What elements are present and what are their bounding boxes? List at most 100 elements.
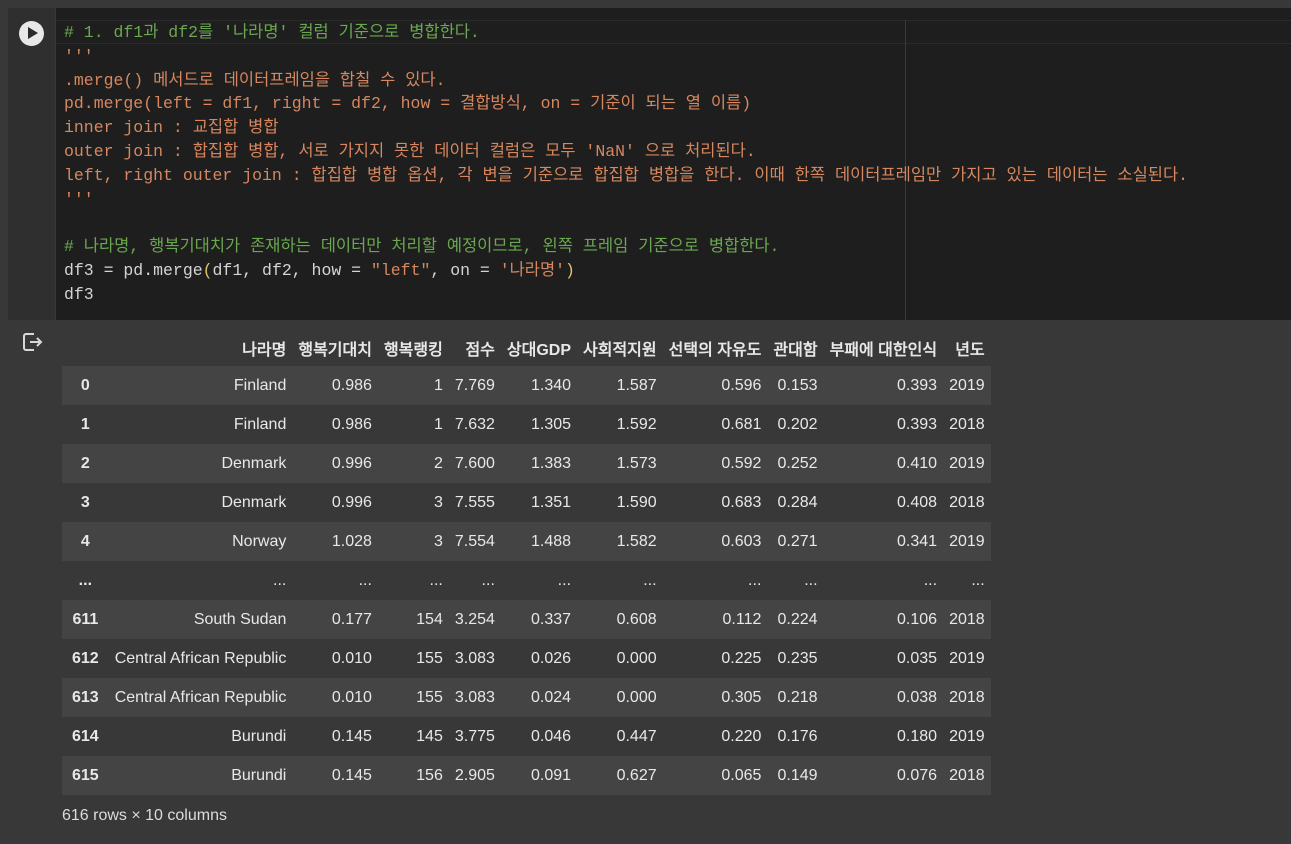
table-cell: 0.145 [331, 766, 372, 784]
table-cell: 2018 [949, 415, 985, 433]
table-cell: 0.683 [721, 493, 762, 511]
table-cell: 0.010 [331, 688, 372, 706]
table-cell: 2018 [949, 610, 985, 628]
table-cell: 0.000 [616, 649, 657, 667]
table-cell: 1.582 [616, 532, 657, 550]
table-cell: 0.341 [897, 532, 938, 550]
code-line: df3 = pd.merge(df1, df2, how = "left", o… [64, 259, 1188, 283]
table-cell: 0.592 [721, 454, 762, 472]
code-token: outer join : 합집합 병합, 서로 가지지 못한 데이터 컬럼은 모… [64, 141, 756, 161]
table-cell: 0.986 [331, 376, 372, 394]
column-header: 관대함 [773, 341, 818, 359]
cell-gutter [8, 8, 55, 320]
table-cell: 0.393 [897, 415, 938, 433]
code-token: ''' [64, 46, 94, 66]
table-cell: 0.252 [777, 454, 818, 472]
table-cell: 0.038 [897, 688, 938, 706]
code-line: # 나라명, 행복기대치가 존재하는 데이터만 처리할 예정이므로, 왼쪽 프레… [64, 235, 1188, 259]
table-cell: 3.083 [454, 688, 495, 706]
table-cell: Central African Republic [114, 649, 287, 667]
table-cell: 0.176 [777, 727, 818, 745]
table-cell: 0.681 [721, 415, 762, 433]
row-index: 3 [80, 493, 90, 511]
table-cell: 0.026 [530, 649, 572, 667]
table-cell: 1.028 [331, 532, 372, 550]
code-cell: # 1. df1과 df2를 '나라명' 컬럼 기준으로 병합한다. ''' .me… [0, 0, 1291, 320]
column-header: 상대GDP [506, 341, 572, 359]
table-cell: 0.149 [777, 766, 818, 784]
code-token: # 1. df1과 df2를 '나라명' 컬럼 기준으로 병합한다. [64, 23, 480, 42]
table-cell: 145 [416, 727, 443, 745]
table-cell: 1.590 [616, 493, 657, 511]
table-cell: 0.271 [777, 532, 818, 550]
code-token: df3 = pd.merge [64, 260, 203, 280]
table-cell: Denmark [221, 493, 287, 511]
code-token: '나라명' [499, 260, 566, 280]
table-cell: ... [804, 571, 818, 589]
row-index: 611 [72, 610, 99, 628]
code-line: left, right outer join : 합집합 병합 옵션, 각 변을… [64, 164, 1188, 188]
table-row: 4 Norway 1.028 3 7.554 1.488 1.582 0.603 0.271 0.… [62, 522, 991, 561]
table-cell: 0.010 [331, 649, 372, 667]
code-line: inner join : 교집합 병합 [64, 116, 1188, 140]
table-cell: 2019 [949, 376, 985, 394]
code-text[interactable]: # 1. df1과 df2를 '나라명' 컬럼 기준으로 병합한다. ''' .me… [64, 21, 1188, 307]
table-cell: South Sudan [193, 610, 287, 628]
table-cell: 155 [416, 688, 443, 706]
table-cell: ... [358, 571, 372, 589]
code-line: ''' [64, 188, 1188, 212]
table-cell: 1.573 [616, 454, 657, 472]
table-cell: Finland [233, 415, 287, 433]
table-cell: ... [643, 571, 657, 589]
table-cell: 0.225 [721, 649, 762, 667]
table-cell: 0.106 [897, 610, 938, 628]
table-cell: 0.410 [897, 454, 938, 472]
row-index: 1 [80, 415, 90, 433]
table-cell: Central African Republic [114, 688, 287, 706]
table-cell: 2018 [949, 688, 985, 706]
code-token: pd.merge(left = df1, right = df2, how = … [64, 94, 752, 114]
table-cell: 3.083 [454, 649, 495, 667]
table-cell: 1.351 [530, 493, 572, 511]
code-token: left, right outer join : 합집합 병합 옵션, 각 변을… [64, 165, 1189, 185]
table-cell: 0.035 [897, 649, 938, 667]
code-token: , on = [430, 260, 500, 280]
table-cell: 1.488 [530, 532, 572, 550]
table-row: 615 Burundi 0.145 156 2.905 0.091 0.627 0.065 0.… [62, 756, 991, 795]
code-line: outer join : 합집합 병합, 서로 가지지 못한 데이터 컬럼은 모… [64, 140, 1188, 164]
table-cell: 2018 [949, 766, 985, 784]
output-exit-icon[interactable] [20, 330, 44, 354]
table-cell: 0.235 [777, 649, 818, 667]
code-editor[interactable]: # 1. df1과 df2를 '나라명' 컬럼 기준으로 병합한다. ''' .me… [56, 8, 1291, 320]
table-cell: 0.447 [616, 727, 657, 745]
column-header: 행복기대치 [298, 341, 372, 359]
column-header [62, 329, 109, 366]
run-cell-button[interactable] [19, 21, 44, 46]
table-cell: 0.091 [530, 766, 572, 784]
table-cell: 0.337 [530, 610, 572, 628]
table-cell: 0.596 [721, 376, 762, 394]
table-row: ................................. [62, 561, 991, 600]
row-index: 2 [80, 454, 90, 472]
table-row: 614 Burundi 0.145 145 3.775 0.046 0.447 0.220 0.… [62, 717, 991, 756]
code-token: df1, df2, how = [212, 260, 371, 280]
table-cell: 0.220 [721, 727, 762, 745]
table-cell: 0.202 [777, 415, 818, 433]
code-line: .merge() 메서드로 데이터프레임을 합칠 수 있다. [64, 69, 1188, 93]
column-header: 사회적지원 [583, 341, 657, 359]
table-cell: 1 [433, 376, 443, 394]
table-cell: Finland [233, 376, 287, 394]
row-index: ... [78, 571, 93, 589]
table-cell: 2 [433, 454, 443, 472]
column-header: 나라명 [242, 341, 287, 359]
table-cell: ... [557, 571, 572, 589]
row-index: 614 [72, 727, 99, 745]
table-row: 1 Finland 0.986 1 7.632 1.305 1.592 0.681 0.202 0… [62, 405, 991, 444]
table-cell: 2019 [949, 532, 985, 550]
table-cell: Burundi [231, 766, 287, 784]
dataframe-table: 나라명 행복기대치 행복랭킹 점수 상대GDP 사회적지원 선택의 자유도 관대함 부패에 대한… [62, 329, 991, 795]
table-cell: 2019 [949, 649, 985, 667]
table-cell: 0.076 [897, 766, 938, 784]
row-index: 613 [72, 688, 99, 706]
table-row: 3 Denmark 0.996 3 7.555 1.351 1.590 0.683 0.284 0… [62, 483, 991, 522]
